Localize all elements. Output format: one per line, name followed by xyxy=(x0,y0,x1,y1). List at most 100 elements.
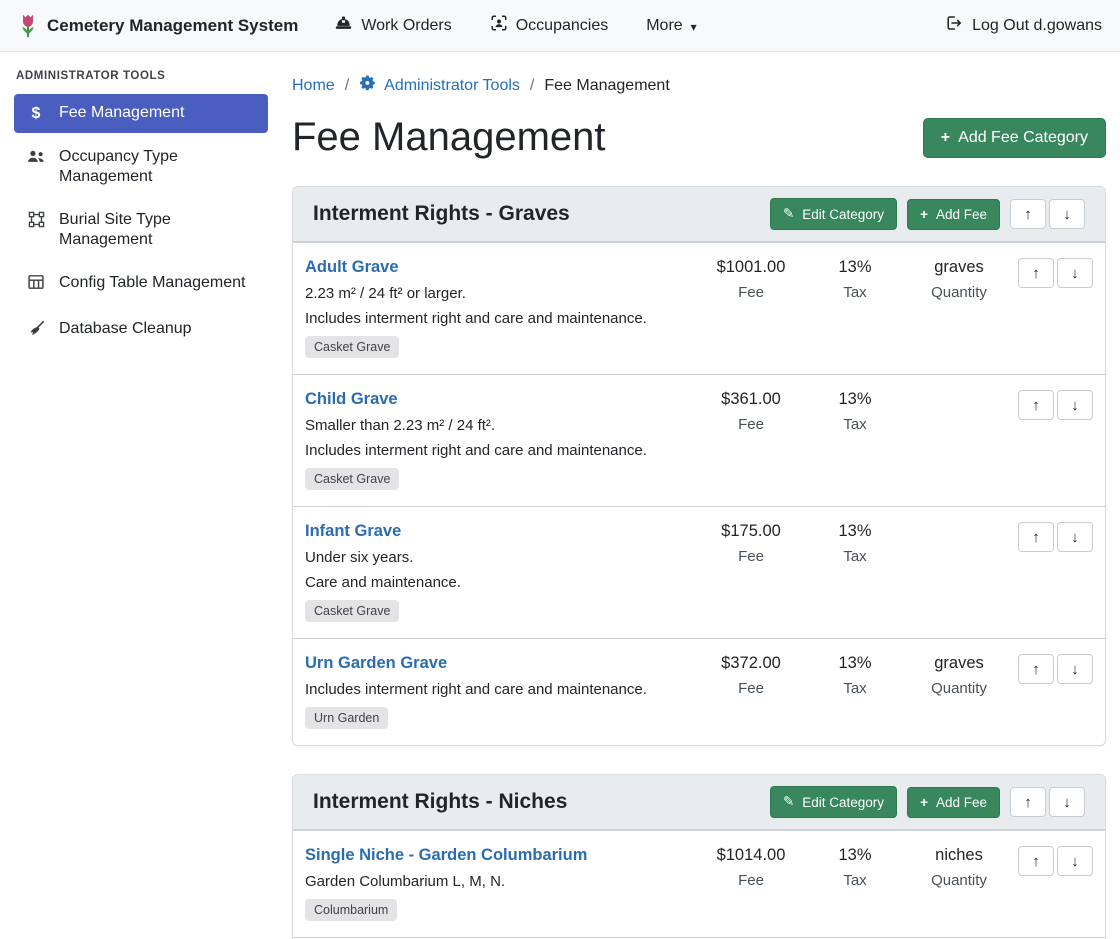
fee-row-infant-grave: Infant Grave Under six years. Care and m… xyxy=(293,506,1105,638)
fee-amount-column: $361.00 Fee xyxy=(697,390,805,433)
edit-category-button[interactable]: ✎ Edit Category xyxy=(770,198,897,230)
arrow-up-icon: ↑ xyxy=(1024,794,1032,811)
move-fee-up-button[interactable]: ↑ xyxy=(1018,522,1054,552)
plus-icon: + xyxy=(920,795,928,810)
nav-more[interactable]: More ▾ xyxy=(646,17,696,35)
arrow-up-icon: ↑ xyxy=(1032,529,1040,546)
quantity-unit: niches xyxy=(905,846,1013,865)
arrow-down-icon: ↓ xyxy=(1071,397,1079,414)
sidebar-item-fee-management[interactable]: $ Fee Management xyxy=(14,94,268,133)
fee-description: Includes interment right and care and ma… xyxy=(305,310,697,327)
fee-type-badge: Casket Grave xyxy=(305,600,399,622)
move-fee-up-button[interactable]: ↑ xyxy=(1018,846,1054,876)
arrow-up-icon: ↑ xyxy=(1032,661,1040,678)
fee-label: Fee xyxy=(697,680,805,697)
sidebar: ADMINISTRATOR TOOLS $ Fee Management Occ… xyxy=(0,52,280,939)
move-fee-down-button[interactable]: ↓ xyxy=(1057,390,1093,420)
sidebar-item-config-table-management[interactable]: Config Table Management xyxy=(14,264,268,305)
fee-description: Smaller than 2.23 m² / 24 ft². xyxy=(305,417,697,434)
breadcrumb-home-link[interactable]: Home xyxy=(292,77,335,95)
sidebar-item-label: Burial Site Type Management xyxy=(59,210,256,250)
page-title: Fee Management xyxy=(292,115,606,160)
tax-column: 13% Tax xyxy=(805,846,905,889)
arrow-down-icon: ↓ xyxy=(1071,529,1079,546)
move-fee-up-button[interactable]: ↑ xyxy=(1018,390,1054,420)
fee-amount-column: $1001.00 Fee xyxy=(697,258,805,301)
category-header: Interment Rights - Graves ✎ Edit Categor… xyxy=(293,187,1105,242)
add-fee-category-button[interactable]: + Add Fee Category xyxy=(923,118,1106,158)
tax-label: Tax xyxy=(805,416,905,433)
tax-label: Tax xyxy=(805,284,905,301)
sidebar-item-burial-site-type-management[interactable]: Burial Site Type Management xyxy=(14,201,268,259)
tax-column: 13% Tax xyxy=(805,258,905,301)
brand-link[interactable]: Cemetery Management System xyxy=(18,12,298,39)
move-fee-up-button[interactable]: ↑ xyxy=(1018,654,1054,684)
move-fee-down-button[interactable]: ↓ xyxy=(1057,258,1093,288)
tulip-logo-icon xyxy=(18,12,38,39)
add-fee-button[interactable]: + Add Fee xyxy=(907,787,1000,818)
sidebar-item-label: Occupancy Type Management xyxy=(59,147,256,187)
breadcrumb: Home / Administrator Tools / Fee Managem… xyxy=(292,72,1106,97)
sidebar-item-label: Database Cleanup xyxy=(59,319,192,339)
logout-label: Log Out d.gowans xyxy=(972,17,1102,35)
fee-type-badge: Casket Grave xyxy=(305,336,399,358)
fee-amount: $372.00 xyxy=(697,654,805,673)
logout-button[interactable]: Log Out d.gowans xyxy=(944,14,1102,37)
sidebar-item-occupancy-type-management[interactable]: Occupancy Type Management xyxy=(14,138,268,196)
move-fee-down-button[interactable]: ↓ xyxy=(1057,522,1093,552)
move-category-down-button[interactable]: ↓ xyxy=(1049,787,1085,817)
plus-icon: + xyxy=(941,129,950,147)
nav-work-orders[interactable]: Work Orders xyxy=(334,15,451,37)
category-header: Interment Rights - Niches ✎ Edit Categor… xyxy=(293,775,1105,830)
move-category-up-button[interactable]: ↑ xyxy=(1010,199,1046,229)
fee-type-badge: Casket Grave xyxy=(305,468,399,490)
nav-work-orders-label: Work Orders xyxy=(361,17,451,35)
fee-name-link[interactable]: Infant Grave xyxy=(305,522,401,541)
fee-amount: $175.00 xyxy=(697,522,805,541)
arrow-up-icon: ↑ xyxy=(1024,206,1032,223)
dollar-icon: $ xyxy=(26,104,46,124)
fee-label: Fee xyxy=(697,872,805,889)
breadcrumb-separator: / xyxy=(530,77,534,95)
tax-label: Tax xyxy=(805,680,905,697)
move-fee-down-button[interactable]: ↓ xyxy=(1057,654,1093,684)
occupant-frame-icon xyxy=(490,14,508,37)
logout-icon xyxy=(944,14,963,37)
nav-occupancies-label: Occupancies xyxy=(516,17,609,35)
fee-amount: $1001.00 xyxy=(697,258,805,277)
fee-name-link[interactable]: Urn Garden Grave xyxy=(305,654,447,673)
users-icon xyxy=(26,148,46,171)
fee-name-link[interactable]: Adult Grave xyxy=(305,258,399,277)
breadcrumb-admin-tools-link[interactable]: Administrator Tools xyxy=(359,74,520,97)
quantity-label: Quantity xyxy=(905,872,1013,889)
tax-value: 13% xyxy=(805,654,905,673)
sidebar-heading: ADMINISTRATOR TOOLS xyxy=(16,70,268,82)
category-title: Interment Rights - Niches xyxy=(313,790,567,814)
move-fee-down-button[interactable]: ↓ xyxy=(1057,846,1093,876)
sidebar-item-database-cleanup[interactable]: Database Cleanup xyxy=(14,310,268,352)
nav-occupancies[interactable]: Occupancies xyxy=(490,14,609,37)
sidebar-item-label: Fee Management xyxy=(59,103,184,123)
fee-amount-column: $372.00 Fee xyxy=(697,654,805,697)
breadcrumb-separator: / xyxy=(345,77,349,95)
edit-category-button[interactable]: ✎ Edit Category xyxy=(770,786,897,818)
fee-description: Care and maintenance. xyxy=(305,574,697,591)
top-navbar: Cemetery Management System Work Orders xyxy=(0,0,1120,52)
tax-value: 13% xyxy=(805,258,905,277)
quantity-unit: graves xyxy=(905,654,1013,673)
tax-column: 13% Tax xyxy=(805,522,905,565)
tax-column: 13% Tax xyxy=(805,390,905,433)
sidebar-item-label: Config Table Management xyxy=(59,273,246,293)
move-category-down-button[interactable]: ↓ xyxy=(1049,199,1085,229)
quantity-label: Quantity xyxy=(905,284,1013,301)
quantity-column: graves Quantity xyxy=(905,654,1013,697)
add-fee-button[interactable]: + Add Fee xyxy=(907,199,1000,230)
fee-name-link[interactable]: Single Niche - Garden Columbarium xyxy=(305,846,587,865)
fee-row-urn-garden-grave: Urn Garden Grave Includes interment righ… xyxy=(293,638,1105,745)
arrow-up-icon: ↑ xyxy=(1032,397,1040,414)
arrow-down-icon: ↓ xyxy=(1071,265,1079,282)
move-category-up-button[interactable]: ↑ xyxy=(1010,787,1046,817)
move-fee-up-button[interactable]: ↑ xyxy=(1018,258,1054,288)
quantity-unit: graves xyxy=(905,258,1013,277)
fee-name-link[interactable]: Child Grave xyxy=(305,390,398,409)
